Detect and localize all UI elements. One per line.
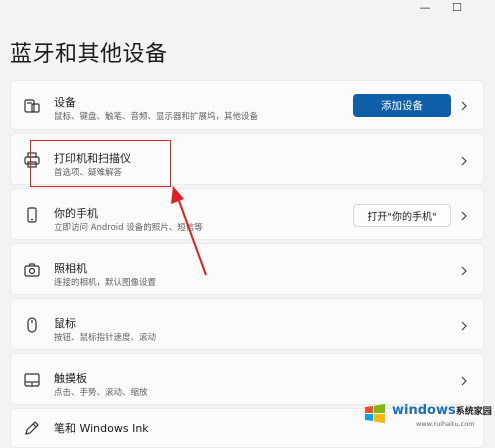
windows-logo-icon [365,404,385,423]
watermark: windows系统家园 www.ruihaitu.com [362,400,492,430]
annotation-arrow [171,186,207,276]
watermark-url: www.ruihaitu.com [416,420,475,428]
watermark-brand-en: windows [392,403,456,418]
watermark-brand: windows系统家园 [392,403,492,418]
watermark-brand-zh: 系统家园 [455,407,492,417]
